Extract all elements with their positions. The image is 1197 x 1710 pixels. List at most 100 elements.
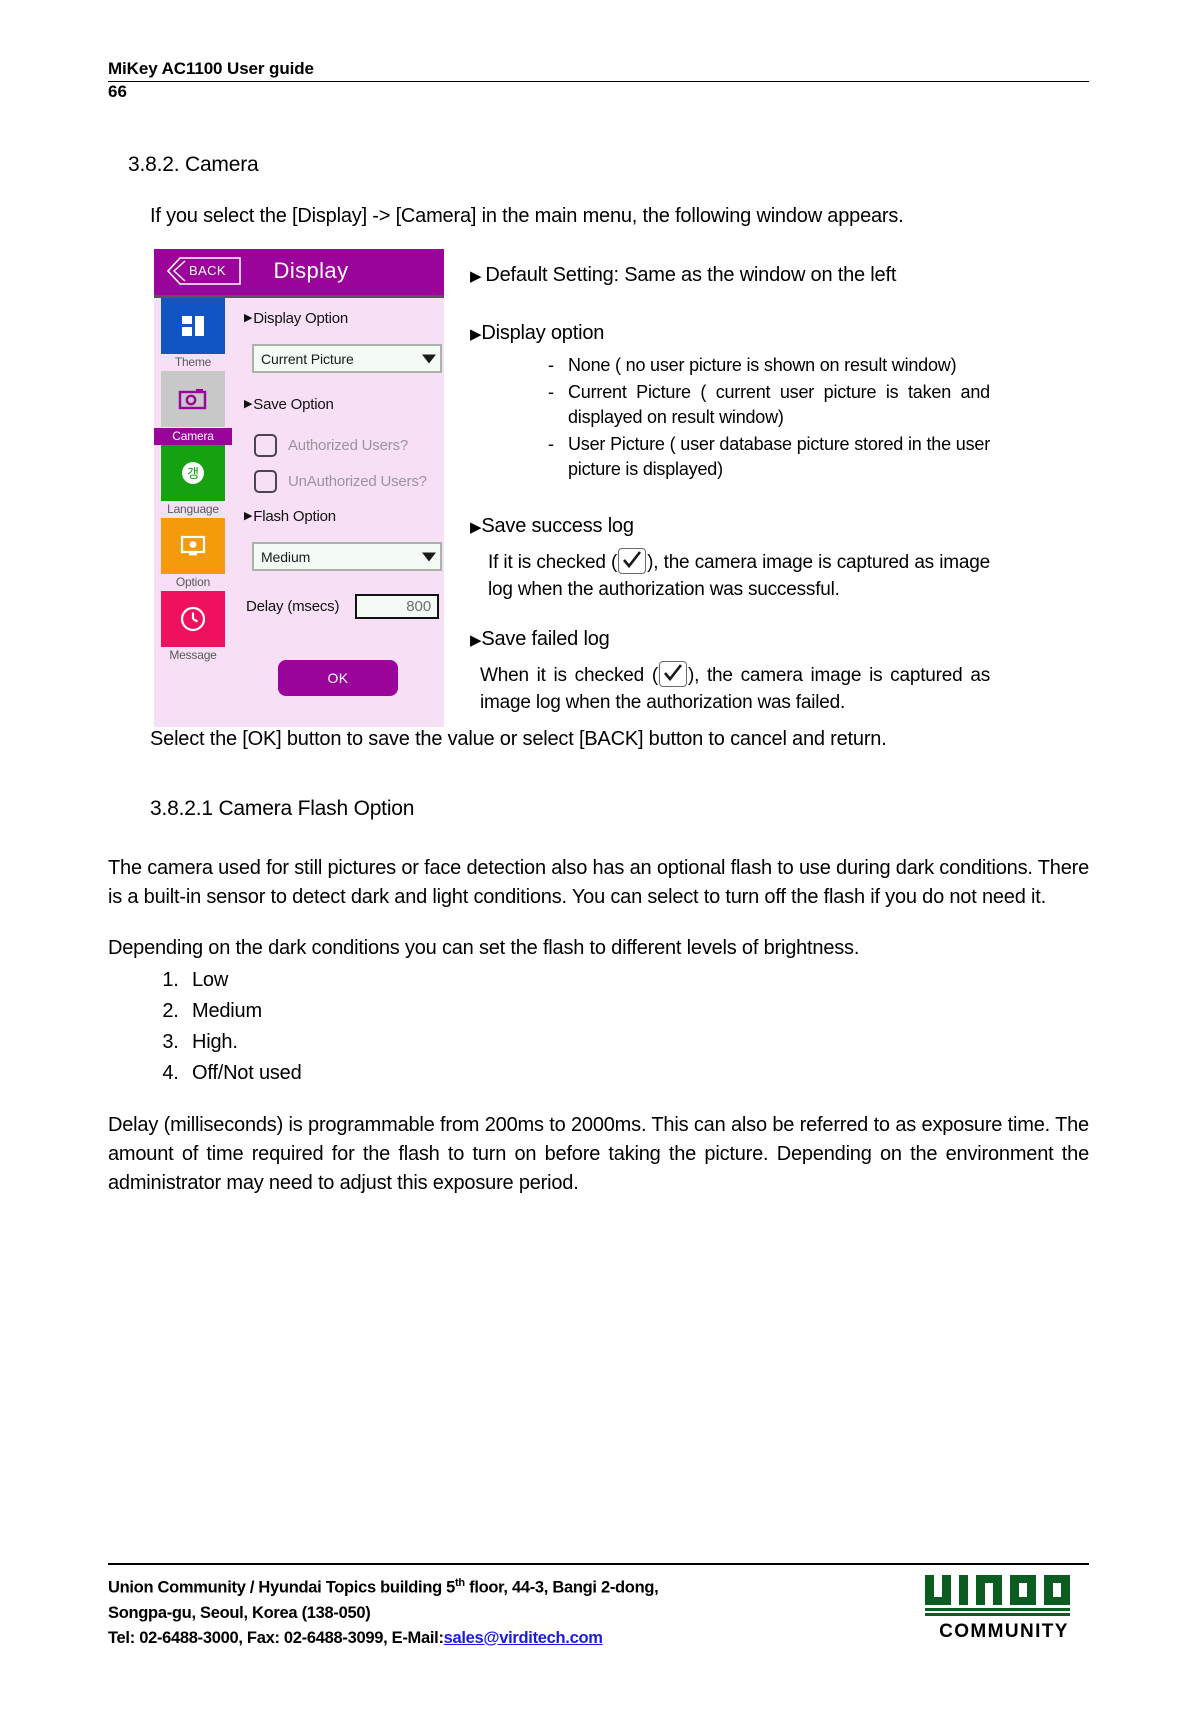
ok-button-label: OK <box>327 670 349 686</box>
triangle-bullet-icon: ▶ <box>470 326 482 343</box>
flash-paragraph-3: Delay (milliseconds) is programmable fro… <box>108 1114 1089 1194</box>
authorized-users-checkbox[interactable] <box>254 433 277 457</box>
sidebar-label-camera: Camera <box>154 428 232 445</box>
triangle-bullet-icon: ▶ <box>244 510 253 522</box>
language-tile: 갱 <box>161 445 225 501</box>
display-option-group: ▶Display Option <box>240 310 348 327</box>
dash-bullet: - <box>548 382 554 402</box>
unauthorized-users-label: UnAuthorized Users? <box>288 472 427 490</box>
display-option-value: Current Picture <box>261 350 354 367</box>
section-heading: 3.8.2. Camera <box>128 153 259 176</box>
annotation-save-failed-head: ▶Save failed log <box>470 628 610 650</box>
theme-icon <box>182 316 204 336</box>
triangle-bullet-icon: ▶ <box>244 312 253 324</box>
device-body: Theme Camera 갱 Language Option Message ▶… <box>154 298 444 727</box>
flash-paragraph-1: The camera used for still pictures or fa… <box>108 857 1089 908</box>
sidebar-item-camera[interactable]: Camera <box>154 371 232 445</box>
save-option-label: ▶Save Option <box>244 396 334 413</box>
sidebar-label-language: Language <box>167 502 219 516</box>
sidebar-label-message: Message <box>169 648 217 662</box>
annotation-display-item-user: - User Picture ( user database picture s… <box>548 432 990 482</box>
flash-levels-list: Low Medium High. Off/Not used <box>108 965 1089 1089</box>
delay-field-row: Delay (msecs) 800 <box>246 594 440 619</box>
sidebar-item-message[interactable]: Message <box>154 591 232 664</box>
chevron-down-icon <box>422 354 436 363</box>
annotation-save-success-text: If it is checked (), the camera image is… <box>488 548 990 603</box>
section-intro: If you select the [Display] -> [Camera] … <box>150 205 904 227</box>
document-page: MiKey AC1100 User guide 66 3.8.2. Camera… <box>0 0 1197 1710</box>
ordinal-suffix: th <box>455 1577 465 1589</box>
authorized-users-checkbox-row[interactable]: Authorized Users? <box>254 428 408 462</box>
list-item: Off/Not used <box>184 1058 1089 1089</box>
footer-line-2: Songpa-gu, Seoul, Korea (138-050) <box>108 1603 371 1622</box>
document-body: 3.8.2. Camera If you select the [Display… <box>108 150 1089 1198</box>
delay-value: 800 <box>406 598 432 615</box>
list-item: High. <box>184 1027 1089 1058</box>
flash-option-label: ▶Flash Option <box>244 508 336 525</box>
device-screen-mockup: BACK Display Theme Camera 갱 Language Opt… <box>154 249 444 727</box>
annotation-save-failed-text: When it is checked (), the camera image … <box>480 661 990 716</box>
sidebar-label-option: Option <box>175 575 211 589</box>
theme-tile <box>161 298 225 354</box>
monitor-icon <box>180 535 206 556</box>
device-title-bar: BACK Display <box>154 249 444 298</box>
annotation-display-option-head: ▶Display option <box>470 322 605 344</box>
checked-checkbox-icon <box>618 548 647 574</box>
camera-tile <box>161 371 225 427</box>
device-settings-panel: ▶Display Option Current Picture ▶Save Op… <box>232 298 444 727</box>
page-number: 66 <box>108 82 127 101</box>
save-option-group: ▶Save Option <box>240 396 334 413</box>
unauthorized-users-checkbox-row[interactable]: UnAuthorized Users? <box>254 464 427 498</box>
flash-section-heading: 3.8.2.1 Camera Flash Option <box>150 797 415 820</box>
flash-option-dropdown[interactable]: Medium <box>252 542 442 571</box>
section-closing: Select the [OK] button to save the value… <box>150 728 887 750</box>
company-logo: COMMUNITY <box>919 1573 1089 1643</box>
document-footer: Union Community / Hyundai Topics buildin… <box>108 1563 1089 1651</box>
header-title: MiKey AC1100 User guide <box>108 59 314 78</box>
svg-text:갱: 갱 <box>187 466 199 481</box>
delay-input[interactable]: 800 <box>355 594 440 619</box>
flash-option-group: ▶Flash Option <box>240 508 336 525</box>
triangle-bullet-icon: ▶ <box>470 632 482 649</box>
logo-wordmark: COMMUNITY <box>939 1621 1069 1642</box>
running-header: MiKey AC1100 User guide 66 <box>108 58 1089 102</box>
union-logo-icon <box>925 1575 1070 1616</box>
triangle-bullet-icon: ▶ <box>470 519 482 536</box>
list-item: Medium <box>184 996 1089 1027</box>
sidebar-item-option[interactable]: Option <box>154 518 232 591</box>
footer-line-3: Tel: 02-6488-3000, Fax: 02-6488-3099, E-… <box>108 1628 603 1647</box>
device-sidebar: Theme Camera 갱 Language Option Message <box>154 298 232 727</box>
display-option-dropdown[interactable]: Current Picture <box>252 344 442 373</box>
sidebar-label-theme: Theme <box>174 355 212 369</box>
clock-icon <box>180 606 206 632</box>
figure-annotations: ▶ Default Setting: Same as the window on … <box>470 249 990 716</box>
language-icon: 갱 <box>182 462 204 484</box>
email-link[interactable]: sales@virditech.com <box>444 1629 603 1647</box>
device-title: Display <box>273 258 349 283</box>
triangle-bullet-icon: ▶ <box>244 398 253 410</box>
annotation-display-item-current: - Current Picture ( current user picture… <box>548 380 990 430</box>
checked-checkbox-icon <box>658 661 687 687</box>
unauthorized-users-checkbox[interactable] <box>254 469 277 493</box>
annotation-save-success-head: ▶Save success log <box>470 515 634 537</box>
ok-button[interactable]: OK <box>278 660 398 696</box>
authorized-users-label: Authorized Users? <box>288 436 408 454</box>
flash-paragraph-2: Depending on the dark conditions you can… <box>108 937 860 959</box>
dash-bullet: - <box>548 355 554 375</box>
annotation-default-setting: ▶ Default Setting: Same as the window on … <box>470 264 897 286</box>
camera-icon <box>178 389 207 410</box>
footer-line-1: Union Community / Hyundai Topics buildin… <box>108 1577 659 1597</box>
message-tile <box>161 591 225 647</box>
sidebar-item-language[interactable]: 갱 Language <box>154 445 232 518</box>
sidebar-item-theme[interactable]: Theme <box>154 298 232 371</box>
dash-bullet: - <box>548 434 554 454</box>
footer-contact-block: Union Community / Hyundai Topics buildin… <box>108 1571 659 1651</box>
triangle-bullet-icon: ▶ <box>470 268 482 285</box>
display-option-label: ▶Display Option <box>244 310 349 327</box>
list-item: Low <box>184 965 1089 996</box>
camera-settings-figure: BACK Display Theme Camera 갱 Language Opt… <box>108 249 1089 727</box>
annotation-display-item-none: - None ( no user picture is shown on res… <box>548 353 990 378</box>
footer-rule <box>108 1563 1089 1565</box>
flash-option-value: Medium <box>261 548 311 565</box>
delay-label: Delay (msecs) <box>246 598 340 615</box>
